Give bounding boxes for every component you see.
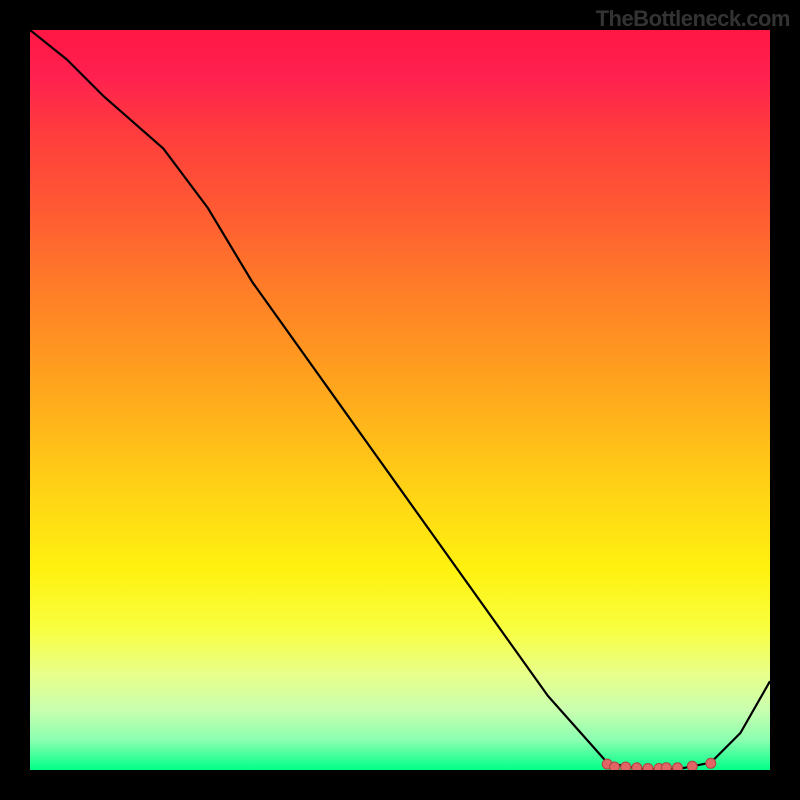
chart-marker — [706, 758, 716, 768]
chart-marker — [610, 762, 620, 770]
chart-marker — [687, 761, 697, 770]
chart-line-path — [30, 30, 770, 769]
chart-plot-area — [30, 30, 770, 770]
chart-marker — [621, 762, 631, 770]
chart-marker — [661, 763, 671, 770]
chart-svg-overlay — [30, 30, 770, 770]
chart-marker — [643, 764, 653, 771]
chart-marker — [632, 763, 642, 770]
watermark-text: TheBottleneck.com — [596, 6, 790, 32]
chart-marker — [673, 763, 683, 770]
